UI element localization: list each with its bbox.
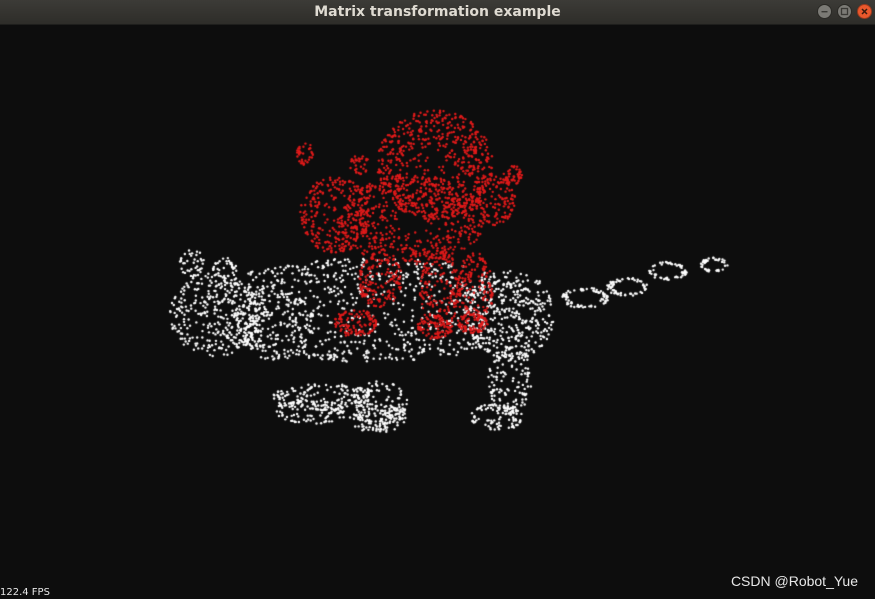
close-button[interactable]	[857, 4, 872, 19]
minimize-icon	[820, 7, 829, 16]
window-title: Matrix transformation example	[314, 4, 561, 20]
title-bar[interactable]: Matrix transformation example	[0, 0, 875, 25]
close-icon	[860, 7, 869, 16]
minimize-button[interactable]	[817, 4, 832, 19]
watermark-text: CSDN @Robot_Yue	[730, 573, 858, 589]
render-viewport[interactable]: 122.4 FPS CSDN @Robot_Yue	[0, 25, 875, 599]
app-window: Matrix transformation example 122.4 FPS …	[0, 0, 875, 599]
fps-counter: 122.4 FPS	[0, 587, 50, 598]
maximize-button[interactable]	[837, 4, 852, 19]
point-cloud-canvas[interactable]	[0, 25, 875, 599]
maximize-icon	[840, 7, 849, 16]
